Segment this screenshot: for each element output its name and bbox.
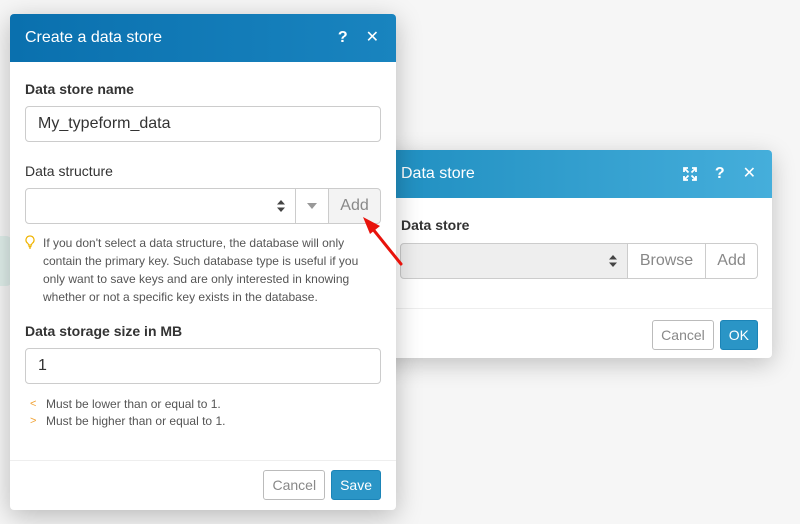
add-data-store-button[interactable]: Add [706,243,758,279]
hint-text: If you don't select a data structure, th… [43,236,359,304]
create-dialog-header: Create a data store ? ✕ [10,14,396,62]
save-button[interactable]: Save [331,470,381,500]
data-structure-label: Data structure [25,163,113,179]
data-structure-select[interactable] [25,188,296,224]
data-store-dialog-footer: Cancel OK [652,320,758,350]
ok-button[interactable]: OK [719,320,758,350]
data-store-field-label: Data store [401,217,470,233]
storage-size-value: 1 [38,357,47,374]
data-store-name-input[interactable]: My_typeform_data [25,106,381,142]
data-store-field-row: Browse Add [400,243,758,279]
data-structure-hint: If you don't select a data structure, th… [25,234,375,306]
data-structure-row: Add [25,188,381,224]
create-dialog-footer: Cancel Save [263,470,381,500]
expand-icon[interactable] [682,167,697,181]
footer-divider [10,460,396,461]
data-store-dialog-header: Data store ? ✕ [372,150,772,198]
storage-size-input[interactable]: 1 [25,348,381,384]
validation-rule: > Must be higher than or equal to 1. [30,412,225,429]
close-icon[interactable]: ✕ [743,166,756,182]
chevron-down-icon[interactable] [296,188,329,224]
chevron-left-icon: < [30,397,37,410]
footer-divider [372,308,772,309]
close-icon[interactable]: ✕ [366,30,379,46]
validation-rule-text: Must be higher than or equal to 1. [46,413,226,428]
validation-rule-text: Must be lower than or equal to 1. [46,396,221,411]
validation-rules: < Must be lower than or equal to 1. > Mu… [30,395,225,429]
help-icon[interactable]: ? [338,30,348,46]
data-store-select[interactable] [400,243,628,279]
help-icon[interactable]: ? [715,166,725,182]
data-store-dialog: Data store ? ✕ Data store Browse Add Can… [372,150,772,358]
add-data-structure-button[interactable]: Add [329,188,381,224]
data-store-name-label: Data store name [25,81,134,97]
lightbulb-icon [25,235,35,306]
validation-rule: < Must be lower than or equal to 1. [30,395,225,412]
data-store-name-value: My_typeform_data [38,115,171,132]
data-store-dialog-title: Data store [401,165,475,182]
cancel-button[interactable]: Cancel [652,320,714,350]
cancel-button[interactable]: Cancel [263,470,326,500]
browse-button[interactable]: Browse [628,243,706,279]
select-arrows-icon [609,255,617,267]
storage-size-label: Data storage size in MB [25,323,183,339]
chevron-right-icon: > [30,414,37,427]
select-arrows-icon [277,200,285,212]
create-data-store-dialog: Create a data store ? ✕ Data store name … [10,14,396,510]
create-dialog-title: Create a data store [25,29,162,46]
